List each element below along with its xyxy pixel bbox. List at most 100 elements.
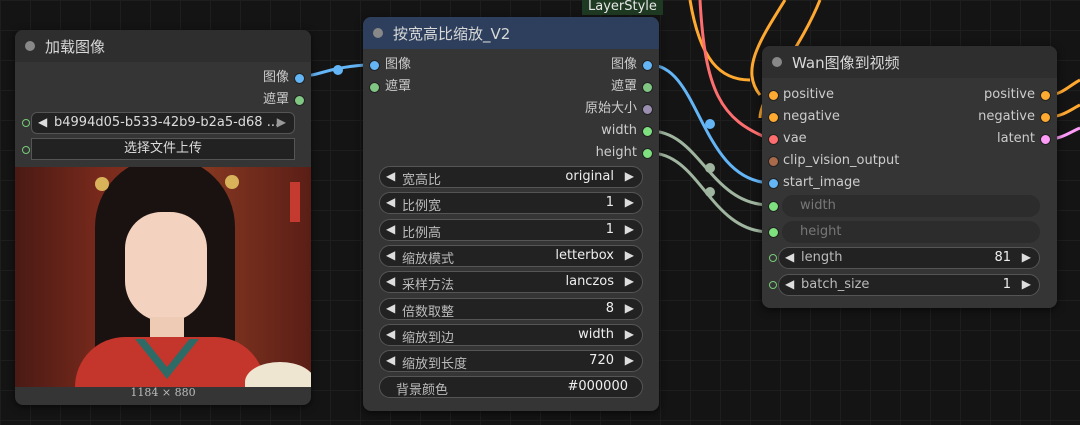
arrow-right-icon[interactable]: ▶	[625, 353, 634, 367]
width-label: width	[800, 198, 836, 213]
input-negative-label: negative	[783, 109, 840, 124]
scale-widget-label: 宽高比	[402, 173, 442, 188]
figure-ornament	[225, 175, 239, 189]
arrow-left-icon[interactable]: ◀	[386, 248, 395, 262]
output-positive-socket[interactable]	[1040, 90, 1051, 101]
node-title-bar[interactable]: Wan图像到视频	[762, 46, 1057, 78]
background-color-value: #000000	[567, 379, 628, 394]
output-mask-socket[interactable]	[294, 95, 305, 106]
figure-ornament	[95, 177, 109, 191]
input-positive-label: positive	[783, 87, 834, 102]
arrow-left-icon[interactable]: ◀	[38, 115, 47, 129]
scale-widget[interactable]: ◀ 比例宽 1 ▶	[379, 192, 643, 215]
scale-widget-value: 1	[605, 221, 614, 237]
scale-by-ratio-node[interactable]: 按宽高比缩放_V2 图像 遮罩 图像 遮罩 原始大小 width height …	[363, 17, 659, 411]
batch-size-widget[interactable]: ◀ batch_size 1 ▶	[778, 274, 1040, 296]
scale-widget-label: 缩放模式	[402, 251, 455, 267]
file-select-value: b4994d05-b533-42b9-b2a5-d68 ...	[54, 115, 280, 130]
length-widget[interactable]: ◀ length 81 ▶	[778, 247, 1040, 269]
arrow-right-icon[interactable]: ▶	[625, 248, 634, 262]
input-mask-socket[interactable]	[369, 82, 380, 93]
arrow-right-icon[interactable]: ▶	[1022, 250, 1031, 264]
arrow-left-icon[interactable]: ◀	[386, 301, 395, 315]
input-vae-socket[interactable]	[768, 134, 779, 145]
arrow-left-icon[interactable]: ◀	[386, 353, 395, 367]
scale-widget[interactable]: ◀ 倍数取整 8 ▶	[379, 297, 643, 320]
arrow-right-icon[interactable]: ▶	[625, 301, 634, 315]
load-image-node[interactable]: 加载图像 图像 遮罩 ◀ b4994d05-b533-42b9-b2a5-d68…	[15, 30, 311, 405]
scale-widget-label: 缩放到长度	[402, 357, 468, 373]
node-title-bar[interactable]: 加载图像	[15, 30, 311, 62]
input-image-socket[interactable]	[369, 60, 380, 71]
arrow-left-icon[interactable]: ◀	[386, 327, 395, 341]
arrow-right-icon[interactable]: ▶	[625, 274, 634, 288]
arrow-left-icon[interactable]: ◀	[386, 222, 395, 236]
widget-input-dot[interactable]	[22, 119, 30, 127]
scale-widget[interactable]: ◀ 采样方法 lanczos ▶	[379, 271, 643, 294]
output-original-size-label: 原始大小	[584, 101, 637, 116]
scale-widget-value: width	[578, 326, 614, 342]
output-height-socket[interactable]	[642, 148, 653, 159]
arrow-left-icon[interactable]: ◀	[386, 274, 395, 288]
input-mask-label: 遮罩	[385, 79, 412, 94]
batch-size-label: batch_size	[801, 277, 870, 292]
output-mask-socket[interactable]	[642, 82, 653, 93]
arrow-right-icon[interactable]: ▶	[1022, 277, 1031, 291]
output-image-label: 图像	[610, 57, 637, 72]
input-height-socket[interactable]	[768, 227, 779, 238]
arrow-right-icon[interactable]: ▶	[277, 115, 286, 129]
upload-button-label: 选择文件上传	[123, 141, 202, 156]
height-converted-field[interactable]: height	[782, 221, 1040, 243]
output-negative-socket[interactable]	[1040, 112, 1051, 123]
output-image-socket[interactable]	[642, 60, 653, 71]
width-converted-field[interactable]: width	[782, 195, 1040, 217]
arrow-left-icon[interactable]: ◀	[386, 195, 395, 209]
output-negative-label: negative	[978, 109, 1035, 124]
collapse-dot-icon[interactable]	[25, 41, 35, 51]
background-color-field[interactable]: 背景颜色 #000000	[379, 376, 643, 398]
scale-widget[interactable]: ◀ 缩放到长度 720 ▶	[379, 350, 643, 373]
scale-widget-label: 比例宽	[402, 199, 442, 215]
input-start-image-socket[interactable]	[768, 178, 779, 189]
widget-input-dot[interactable]	[769, 281, 777, 289]
height-label: height	[800, 224, 842, 239]
input-clip-vision-socket[interactable]	[768, 156, 779, 167]
input-width-socket[interactable]	[768, 201, 779, 212]
scale-widget[interactable]: ◀ 宽高比 original ▶	[379, 166, 643, 188]
input-clip-vision-label: clip_vision_output	[783, 153, 900, 168]
output-image-socket[interactable]	[294, 73, 305, 84]
scale-widget[interactable]: ◀ 比例高 1 ▶	[379, 218, 643, 241]
arrow-right-icon[interactable]: ▶	[625, 169, 634, 183]
node-badge: LayerStyle	[582, 0, 663, 15]
upload-button[interactable]: 选择文件上传	[31, 138, 295, 160]
file-select[interactable]: ◀ b4994d05-b533-42b9-b2a5-d68 ... ▶	[31, 112, 295, 134]
input-start-image-label: start_image	[783, 175, 861, 190]
widget-input-dot[interactable]	[22, 146, 30, 154]
arrow-right-icon[interactable]: ▶	[625, 195, 634, 209]
length-label: length	[801, 250, 843, 265]
input-positive-socket[interactable]	[768, 90, 779, 101]
widget-input-dot[interactable]	[769, 254, 777, 262]
arrow-right-icon[interactable]: ▶	[625, 327, 634, 341]
output-width-socket[interactable]	[642, 126, 653, 137]
arrow-left-icon[interactable]: ◀	[785, 250, 794, 264]
output-original-size-socket[interactable]	[642, 104, 653, 115]
scale-widget-value: 1	[605, 195, 614, 211]
scale-widget[interactable]: ◀ 缩放模式 letterbox ▶	[379, 244, 643, 267]
output-latent-socket[interactable]	[1040, 134, 1051, 145]
output-latent-label: latent	[996, 131, 1035, 146]
input-negative-socket[interactable]	[768, 112, 779, 123]
scale-widget[interactable]: ◀ 缩放到边 width ▶	[379, 323, 643, 346]
collapse-dot-icon[interactable]	[772, 57, 782, 67]
scale-widget-label: 采样方法	[402, 278, 455, 294]
reroute-dot	[333, 65, 343, 75]
arrow-left-icon[interactable]: ◀	[386, 169, 395, 183]
node-title: 加载图像	[45, 37, 106, 56]
collapse-dot-icon[interactable]	[373, 28, 383, 38]
arrow-left-icon[interactable]: ◀	[785, 277, 794, 291]
arrow-right-icon[interactable]: ▶	[625, 222, 634, 236]
output-positive-label: positive	[984, 87, 1035, 102]
wan-image-to-video-node[interactable]: Wan图像到视频 positive negative vae clip_visi…	[762, 46, 1057, 308]
output-width-label: width	[601, 123, 637, 138]
node-title-bar[interactable]: 按宽高比缩放_V2	[363, 17, 659, 49]
